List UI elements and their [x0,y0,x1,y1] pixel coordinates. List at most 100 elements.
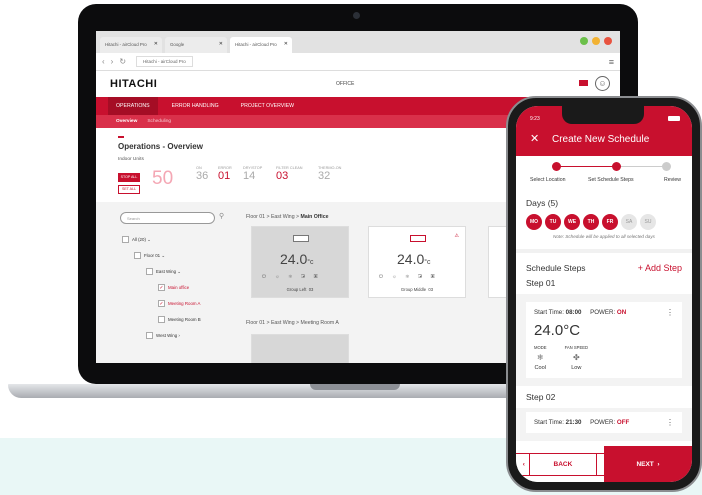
step-dot-pending[interactable] [662,162,671,171]
days-note: Note: Schedule will be applied to all se… [553,234,655,239]
search-icon[interactable]: ⚲ [219,212,224,220]
checkbox[interactable] [134,252,141,259]
day-toggle[interactable]: TU [545,214,561,230]
mode-grid: MODE ❄ Cool FAN SPEED ✤ Low [534,345,674,371]
day-toggle[interactable]: MO [526,214,542,230]
back-icon[interactable]: ‹ [102,57,105,66]
chevron-down-icon[interactable]: ⌄ [146,237,151,243]
mode-column: MODE ❄ Cool [534,345,547,371]
site-name: OFFICE [336,81,355,87]
step-card[interactable]: Start Time: 08:00 POWER: ON ⋮ 24.0°C MOD… [526,302,682,378]
card-temperature: 24.0°c [280,251,314,267]
phone-notch [562,106,644,124]
phone: 9:23 ✕ Create New Schedule Select Locati… [506,96,702,492]
day-toggle[interactable]: SA [621,214,637,230]
minimize-button[interactable] [592,37,600,45]
day-toggle[interactable]: TH [583,214,599,230]
stepper: Select Location Set Schedule Steps Revie… [516,156,692,190]
browser-tab[interactable]: Hitachi - airCloud Pro ✕ [100,37,162,53]
more-icon[interactable]: ⋮ [666,308,674,317]
unit-card[interactable]: ⚠ 24.0°c ⏻☼❄◪▣ Group Middle 03 [368,226,466,298]
stat-thermo-on: THERMO-ON 32 [318,166,342,182]
stat-error: ERROR 01 [218,166,232,182]
uk-flag-icon[interactable] [579,80,588,86]
group-title: Floor 01 > East Wing > Main Office [246,214,329,220]
step-card[interactable]: Start Time: 21:30 POWER: OFF ⋮ [526,412,682,433]
tree-item-east-wing[interactable]: East Wing ⌄ [146,268,181,275]
nav-project-overview[interactable]: PROJECT OVERVIEW [233,97,302,115]
tree-item-floor[interactable]: Floor 01 ⌄ [134,252,165,259]
nav-operations[interactable]: OPERATIONS [108,97,158,115]
step-start-time: Start Time: 08:00 POWER: ON [534,309,627,316]
status-time: 9:23 [530,116,540,122]
close-icon[interactable]: ✕ [530,132,539,145]
title-accent [118,136,124,138]
step-block: Start Time: 21:30 POWER: OFF ⋮ [516,408,692,441]
hamburger-icon[interactable]: ≡ [609,57,614,67]
stop-all-button[interactable]: STOP ALL [118,173,140,182]
back-area: ‹ BACK [516,446,623,482]
close-icon[interactable]: ✕ [284,41,288,47]
unit-card[interactable]: 24.0°c ⏻☼❄◪▣ Group Left 03 [251,226,349,298]
card-name: Group Middle 03 [400,287,434,292]
step-temperature: 24.0°C [534,322,581,339]
checkbox[interactable] [146,268,153,275]
close-window-button[interactable] [604,37,612,45]
ac-unit-icon [410,235,426,242]
day-toggle[interactable]: WE [564,214,580,230]
close-icon[interactable]: ✕ [219,41,223,47]
browser-tab[interactable]: Google ✕ [165,37,227,53]
snowflake-icon: ❄ [536,353,544,362]
step-label: Select Location [530,177,566,183]
schedule-steps-title: Schedule Steps [526,263,586,273]
tree-item-main-office[interactable]: ✓ Main office [158,284,189,291]
battery-icon [668,116,680,121]
maximize-button[interactable] [580,37,588,45]
total-units: 50 [152,168,174,189]
next-button[interactable]: NEXT › [604,446,692,482]
user-icon[interactable]: ☺ [595,76,610,91]
step-dot-active[interactable] [612,162,621,171]
day-selector: MO TU WE TH FR SA SU [516,208,692,230]
set-all-button[interactable]: SET ALL [118,185,140,194]
card-icons: ⏻☼❄◪▣ [262,274,327,280]
tab-scheduling[interactable]: Scheduling [147,119,171,124]
tab-overview[interactable]: Overview [116,119,137,124]
unit-card[interactable] [251,334,349,363]
step-label: Review [664,177,682,183]
tree-item-meeting-b[interactable]: Meeting Room B [158,316,201,323]
screen-title: Create New Schedule [552,134,650,145]
schedule-steps-header: Schedule Steps + Add Step [516,263,692,273]
checkbox[interactable] [158,316,165,323]
tree-item-meeting-a[interactable]: ✓ Meeting Room A [158,300,200,307]
day-toggle[interactable]: FR [602,214,618,230]
checkbox[interactable] [122,236,129,243]
browser-tab-active[interactable]: Hitachi - airCloud Pro ✕ [230,37,292,53]
chevron-right-icon[interactable]: › [177,333,179,338]
checkbox-checked[interactable]: ✓ [158,284,165,291]
chevron-down-icon[interactable]: ⌄ [160,253,165,259]
more-icon[interactable]: ⋮ [666,418,674,427]
search-input[interactable]: Search [120,212,215,224]
laptop-notch [310,384,400,390]
step-dot-done[interactable] [552,162,561,171]
reload-icon[interactable]: ↻ [119,57,126,66]
forward-icon[interactable]: › [111,57,114,66]
stat-on: ON 36 [196,166,209,182]
card-temperature: 24.0°c [397,251,431,267]
checkbox-checked[interactable]: ✓ [158,300,165,307]
app-header: HITACHI OFFICE ☺ [96,71,620,97]
close-icon[interactable]: ✕ [154,41,158,47]
tree-item-west-wing[interactable]: West Wing › [146,332,180,339]
days-title: Days (5) [526,198,559,208]
step-start-time: Start Time: 21:30 POWER: OFF [534,419,630,426]
url-field[interactable]: Hitachi - airCloud Pro [136,56,193,67]
chevron-down-icon[interactable]: ⌄ [176,269,181,275]
nav-error-handling[interactable]: ERROR HANDLING [164,97,227,115]
group-title: Floor 01 > East Wing > Meeting Room A [246,320,339,326]
checkbox[interactable] [146,332,153,339]
day-toggle[interactable]: SU [640,214,656,230]
hitachi-logo: HITACHI [110,78,158,90]
tree-item-all[interactable]: All (20) ⌄ [122,236,151,243]
add-step-button[interactable]: + Add Step [638,263,682,273]
